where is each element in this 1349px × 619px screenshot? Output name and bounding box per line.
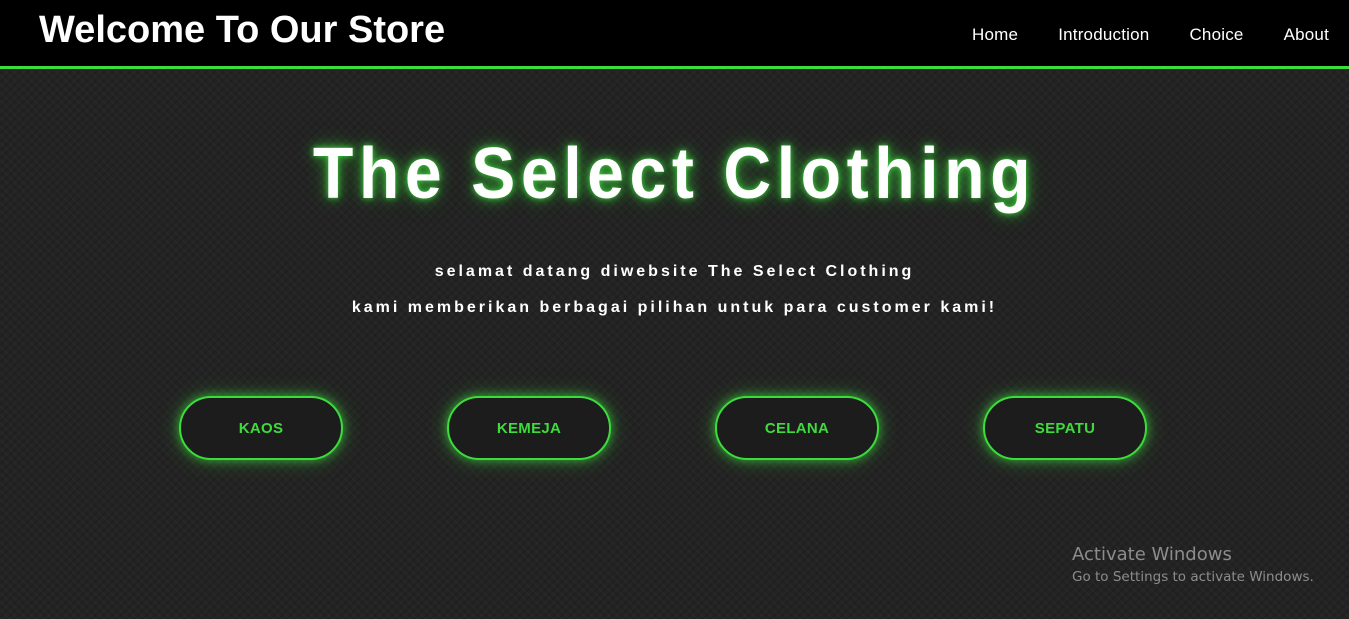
category-button-kaos[interactable]: KAOS — [179, 396, 343, 460]
watermark-subtitle: Go to Settings to activate Windows. — [1072, 569, 1314, 585]
nav-link-choice[interactable]: Choice — [1189, 24, 1243, 46]
nav-link-introduction[interactable]: Introduction — [1058, 24, 1149, 46]
category-button-celana[interactable]: CELANA — [715, 396, 879, 460]
site-brand-title: Welcome To Our Store — [39, 9, 446, 51]
site-header: Welcome To Our Store Home Introduction C… — [0, 0, 1349, 69]
hero-title: The Select Clothing — [312, 134, 1037, 214]
category-button-sepatu[interactable]: SEPATU — [983, 396, 1147, 460]
hero-subtitle-line-1: selamat datang diwebsite The Select Clot… — [434, 263, 915, 280]
windows-activation-watermark: Activate Windows Go to Settings to activ… — [1072, 544, 1314, 587]
nav-link-home[interactable]: Home — [972, 24, 1018, 46]
category-button-kemeja[interactable]: KEMEJA — [447, 396, 611, 460]
watermark-title: Activate Windows — [1072, 544, 1232, 565]
nav-link-about[interactable]: About — [1284, 24, 1329, 46]
main-nav: Home Introduction Choice About — [972, 24, 1329, 46]
hero-subtitle-line-2: kami memberikan berbagai pilihan untuk p… — [351, 299, 998, 316]
